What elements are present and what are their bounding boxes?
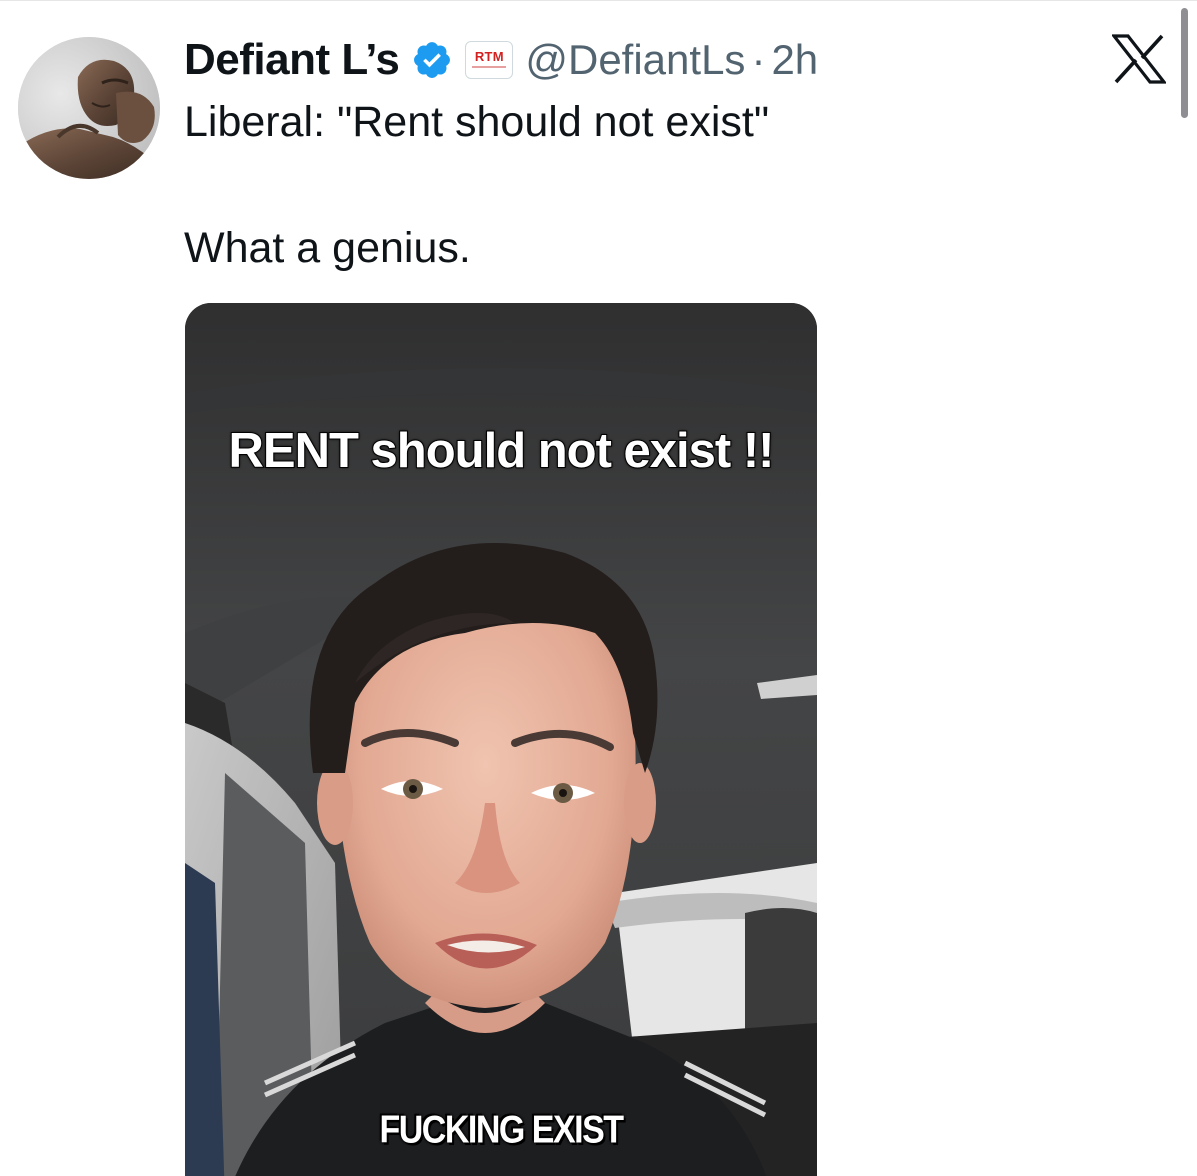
tweet-screen: Defiant L’s RTM @DefiantLs · 2h Liberal:… <box>0 0 1197 1176</box>
user-handle[interactable]: @DefiantLs <box>525 36 745 84</box>
top-divider <box>0 0 1197 1</box>
affiliate-badge[interactable]: RTM <box>465 41 514 79</box>
avatar[interactable] <box>18 37 160 179</box>
video-media[interactable]: RENT should not exist !! FUCKING EXIST <box>185 303 817 1176</box>
tweet-text-line: Liberal: "Rent should not exist" <box>184 98 770 146</box>
video-caption-top: RENT should not exist !! <box>228 423 776 479</box>
tweet-text-line: What a genius. <box>184 224 471 272</box>
scrollbar[interactable] <box>1181 8 1188 118</box>
affiliate-badge-label: RTM <box>474 49 504 64</box>
affiliate-badge-subline <box>472 66 507 68</box>
x-logo-icon[interactable] <box>1110 34 1168 84</box>
display-name[interactable]: Defiant L’s <box>184 35 400 85</box>
separator-dot: · <box>751 36 766 83</box>
avatar-image <box>18 37 160 179</box>
tweet-header: Defiant L’s RTM @DefiantLs · 2h <box>184 30 818 90</box>
post-time[interactable]: 2h <box>771 36 818 84</box>
video-caption-bottom: FUCKING EXIST <box>379 1108 624 1152</box>
verified-badge-icon[interactable] <box>411 39 453 81</box>
